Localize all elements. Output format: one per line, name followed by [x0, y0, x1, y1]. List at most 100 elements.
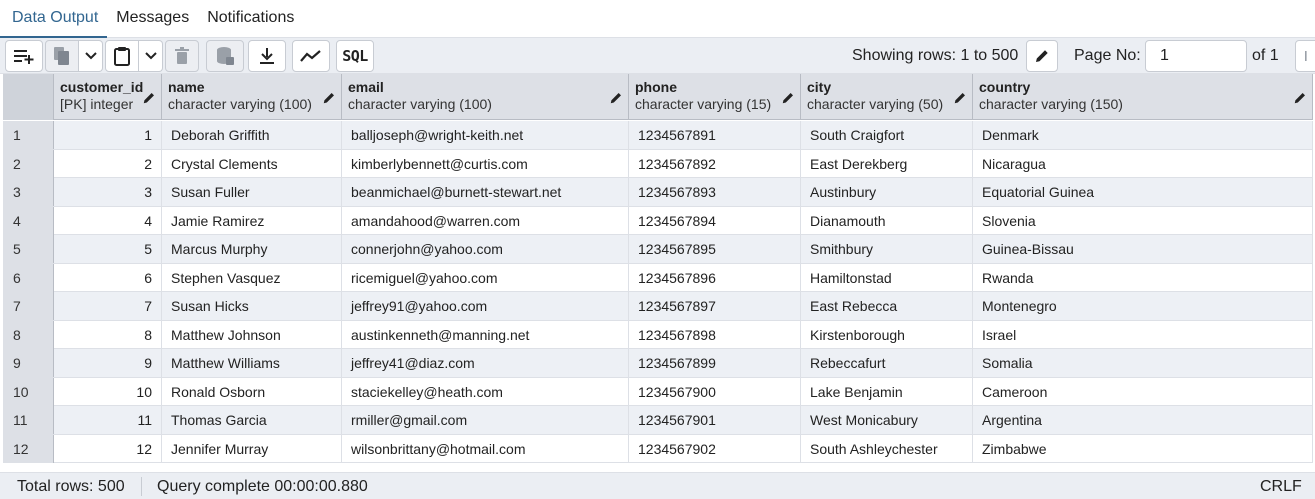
cell-id[interactable]: 6 [54, 263, 162, 292]
cell-city[interactable]: South Ashleychester [801, 434, 973, 463]
cell-phone[interactable]: 1234567902 [629, 434, 801, 463]
cell-email[interactable]: ricemiguel@yahoo.com [342, 263, 629, 292]
row-number[interactable]: 7 [3, 292, 54, 320]
table-row[interactable]: 2 2 Crystal Clements kimberlybennett@curtis… [3, 149, 1313, 178]
cell-id[interactable]: 1 [54, 121, 162, 149]
paste-button[interactable] [105, 40, 139, 72]
cell-city[interactable]: Smithbury [801, 235, 973, 263]
cell-email[interactable]: jeffrey41@diaz.com [342, 349, 629, 377]
select-all-corner[interactable] [3, 74, 54, 120]
cell-phone[interactable]: 1234567901 [629, 406, 801, 434]
edit-column-button[interactable] [781, 91, 795, 108]
row-number[interactable]: 12 [3, 434, 54, 463]
cell-name[interactable]: Susan Hicks [162, 292, 342, 320]
cell-id[interactable]: 3 [54, 178, 162, 206]
cell-country[interactable]: Argentina [973, 406, 1313, 434]
cell-email[interactable]: balljoseph@wright-keith.net [342, 121, 629, 149]
edit-column-button[interactable] [322, 91, 336, 108]
page-number-input[interactable] [1145, 40, 1247, 72]
cell-id[interactable]: 11 [54, 406, 162, 434]
first-page-button[interactable] [1295, 40, 1315, 72]
edit-row-range-button[interactable] [1026, 40, 1058, 72]
cell-id[interactable]: 12 [54, 434, 162, 463]
row-number[interactable]: 10 [3, 377, 54, 406]
cell-name[interactable]: Jamie Ramirez [162, 206, 342, 235]
row-number[interactable]: 5 [3, 235, 54, 263]
cell-email[interactable]: beanmichael@burnett-stewart.net [342, 178, 629, 206]
cell-phone[interactable]: 1234567895 [629, 235, 801, 263]
table-row[interactable]: 6 6 Stephen Vasquez ricemiguel@yahoo.com 123… [3, 263, 1313, 292]
row-number[interactable]: 11 [3, 406, 54, 434]
cell-email[interactable]: amandahood@warren.com [342, 206, 629, 235]
row-number[interactable]: 3 [3, 178, 54, 206]
column-header-customer-id[interactable]: customer_id [PK] integer [54, 74, 162, 120]
cell-country[interactable]: Cameroon [973, 377, 1313, 406]
row-number[interactable]: 6 [3, 263, 54, 292]
row-number[interactable]: 1 [3, 121, 54, 149]
edit-column-button[interactable] [142, 91, 156, 108]
cell-country[interactable]: Zimbabwe [973, 434, 1313, 463]
cell-phone[interactable]: 1234567893 [629, 178, 801, 206]
cell-email[interactable]: austinkenneth@manning.net [342, 320, 629, 349]
cell-city[interactable]: East Rebecca [801, 292, 973, 320]
cell-country[interactable]: Guinea-Bissau [973, 235, 1313, 263]
save-data-button[interactable] [206, 40, 244, 72]
cell-country[interactable]: Slovenia [973, 206, 1313, 235]
cell-city[interactable]: Kirstenborough [801, 320, 973, 349]
row-number[interactable]: 8 [3, 320, 54, 349]
column-header-phone[interactable]: phone character varying (15) [629, 74, 801, 120]
paste-options-dropdown[interactable] [139, 40, 163, 72]
table-row[interactable]: 11 11 Thomas Garcia rmiller@gmail.com 123456… [3, 406, 1313, 435]
copy-options-dropdown[interactable] [79, 40, 103, 72]
table-row[interactable]: 7 7 Susan Hicks jeffrey91@yahoo.com 12345678… [3, 292, 1313, 321]
cell-name[interactable]: Crystal Clements [162, 149, 342, 178]
table-row[interactable]: 9 9 Matthew Williams jeffrey41@diaz.com 1234… [3, 349, 1313, 378]
cell-phone[interactable]: 1234567899 [629, 349, 801, 377]
cell-city[interactable]: Dianamouth [801, 206, 973, 235]
edit-column-button[interactable] [1293, 91, 1307, 108]
row-number[interactable]: 2 [3, 149, 54, 178]
edit-column-button[interactable] [953, 91, 967, 108]
cell-name[interactable]: Deborah Griffith [162, 121, 342, 149]
cell-name[interactable]: Susan Fuller [162, 178, 342, 206]
cell-phone[interactable]: 1234567894 [629, 206, 801, 235]
cell-name[interactable]: Matthew Williams [162, 349, 342, 377]
add-row-button[interactable] [5, 40, 43, 72]
cell-city[interactable]: East Derekberg [801, 149, 973, 178]
cell-city[interactable]: Austinbury [801, 178, 973, 206]
line-ending-text[interactable]: CRLF [1260, 473, 1302, 499]
cell-country[interactable]: Equatorial Guinea [973, 178, 1313, 206]
column-header-name[interactable]: name character varying (100) [162, 74, 342, 120]
cell-country[interactable]: Nicaragua [973, 149, 1313, 178]
table-row[interactable]: 5 5 Marcus Murphy connerjohn@yahoo.com 12345… [3, 235, 1313, 264]
tab-data-output[interactable]: Data Output [0, 0, 108, 38]
cell-name[interactable]: Jennifer Murray [162, 434, 342, 463]
cell-country[interactable]: Israel [973, 320, 1313, 349]
row-number[interactable]: 4 [3, 206, 54, 235]
sql-button[interactable]: SQL [336, 40, 374, 72]
row-number[interactable]: 9 [3, 349, 54, 377]
cell-phone[interactable]: 1234567892 [629, 149, 801, 178]
cell-email[interactable]: rmiller@gmail.com [342, 406, 629, 434]
cell-city[interactable]: West Monicabury [801, 406, 973, 434]
table-row[interactable]: 4 4 Jamie Ramirez amandahood@warren.com 1234… [3, 206, 1313, 235]
cell-city[interactable]: South Craigfort [801, 121, 973, 149]
table-row[interactable]: 8 8 Matthew Johnson austinkenneth@manning.n… [3, 320, 1313, 349]
cell-city[interactable]: Rebeccafurt [801, 349, 973, 377]
tab-messages[interactable]: Messages [107, 0, 198, 38]
cell-country[interactable]: Denmark [973, 121, 1313, 149]
cell-id[interactable]: 10 [54, 377, 162, 406]
cell-email[interactable]: jeffrey91@yahoo.com [342, 292, 629, 320]
cell-phone[interactable]: 1234567896 [629, 263, 801, 292]
cell-id[interactable]: 5 [54, 235, 162, 263]
delete-row-button[interactable] [165, 40, 199, 72]
graph-visualiser-button[interactable] [292, 40, 330, 72]
cell-phone[interactable]: 1234567897 [629, 292, 801, 320]
download-button[interactable] [248, 40, 286, 72]
cell-id[interactable]: 7 [54, 292, 162, 320]
cell-email[interactable]: connerjohn@yahoo.com [342, 235, 629, 263]
cell-country[interactable]: Somalia [973, 349, 1313, 377]
table-row[interactable]: 12 12 Jennifer Murray wilsonbrittany@hotmai… [3, 434, 1313, 463]
column-header-country[interactable]: country character varying (150) [973, 74, 1313, 120]
cell-name[interactable]: Thomas Garcia [162, 406, 342, 434]
